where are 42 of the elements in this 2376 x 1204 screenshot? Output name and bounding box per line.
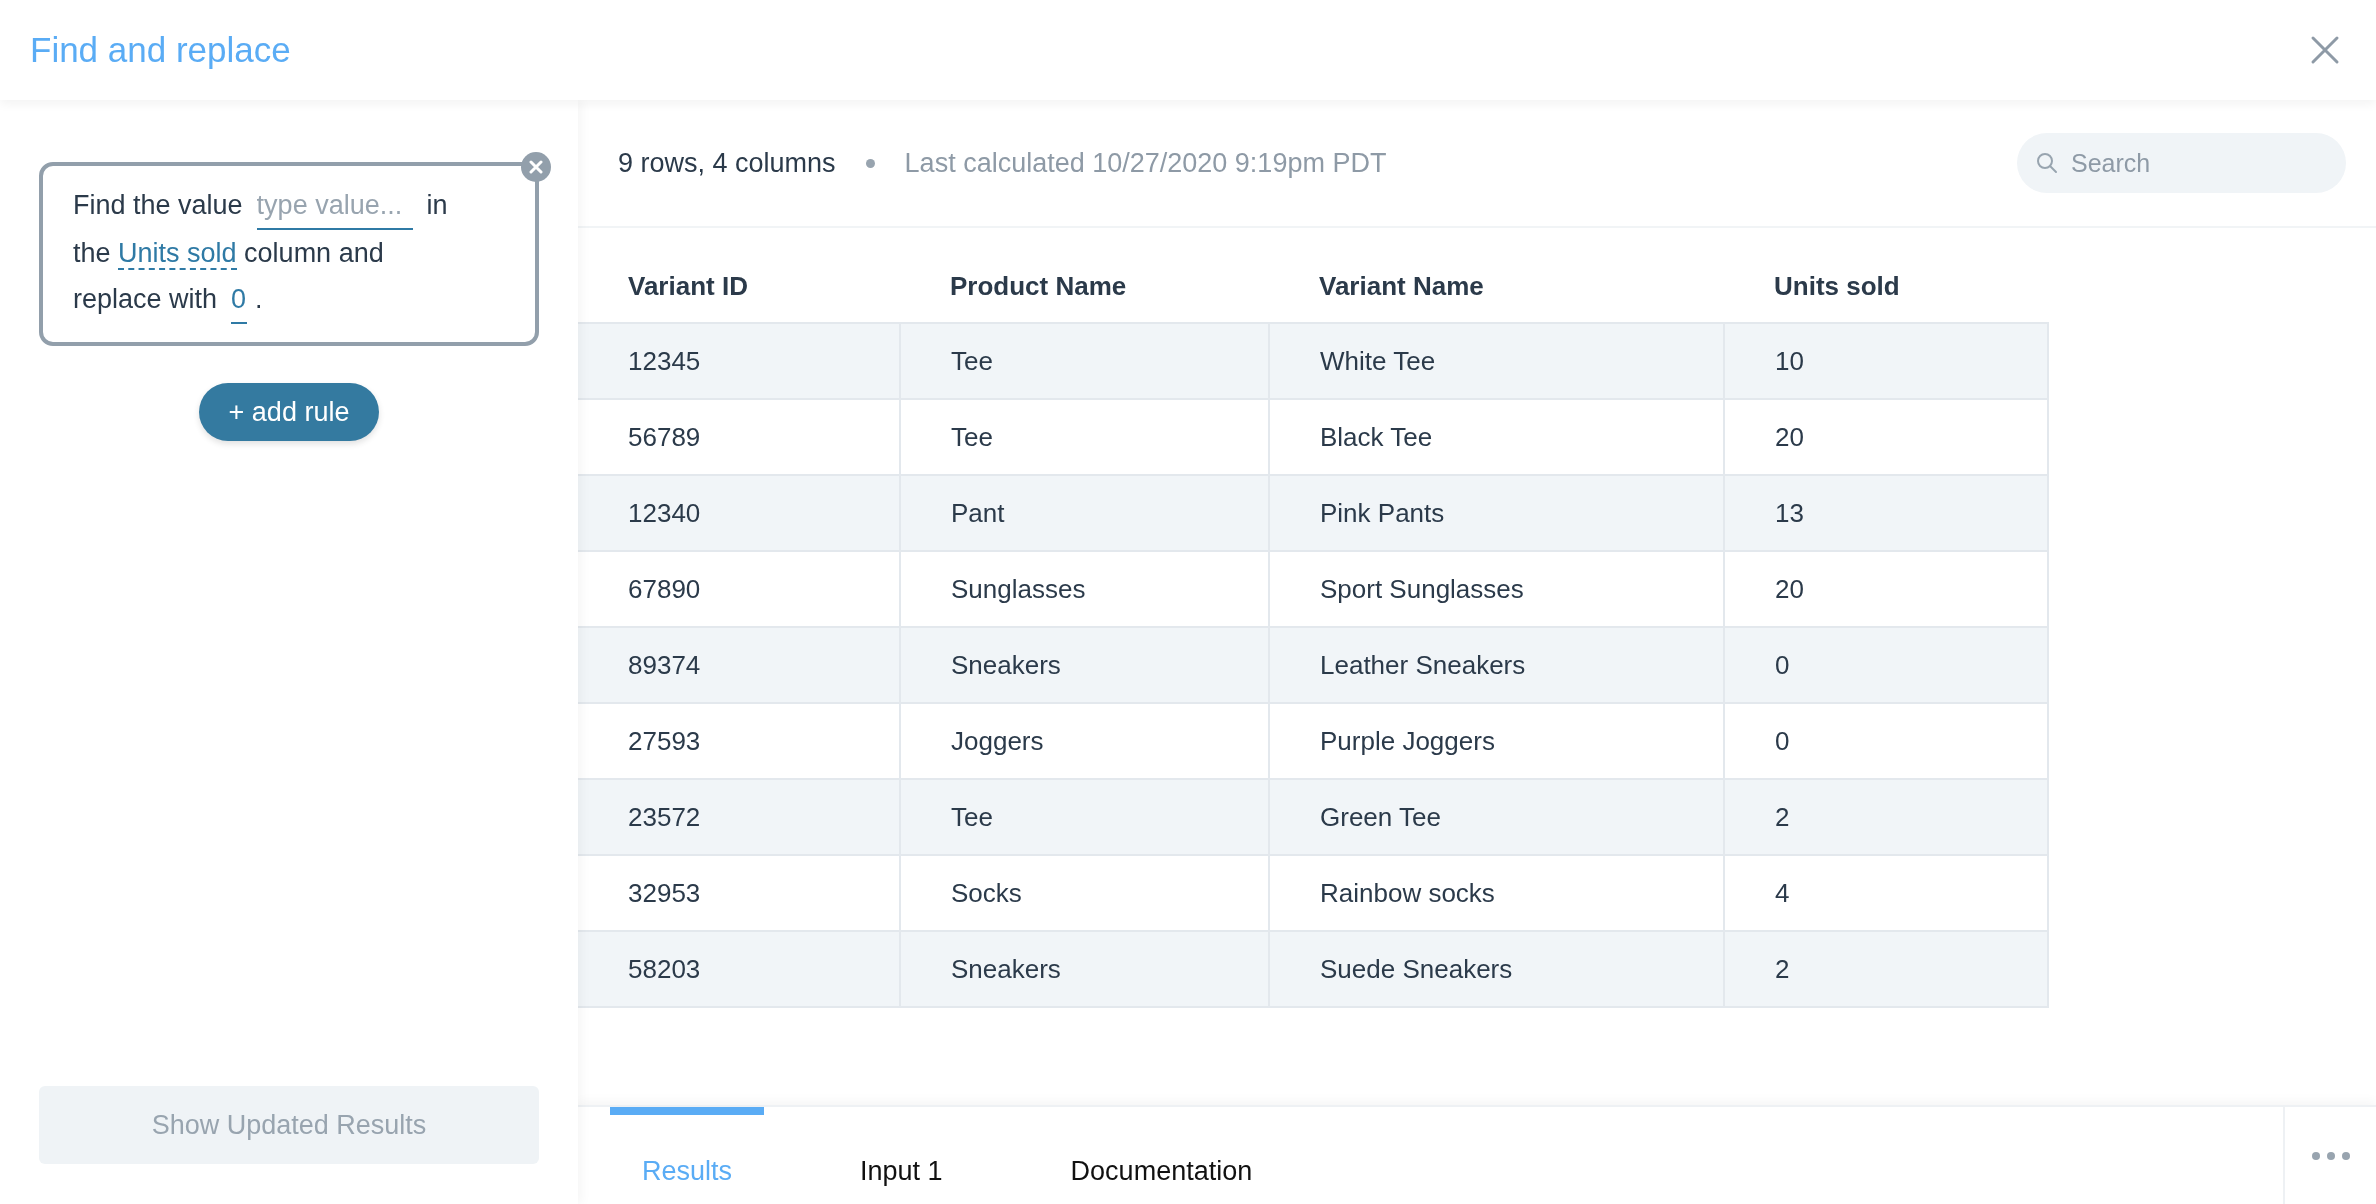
table-cell: 0 bbox=[1724, 627, 2048, 703]
table-cell: Tee bbox=[900, 779, 1269, 855]
search-icon bbox=[2035, 151, 2059, 175]
close-icon bbox=[2310, 35, 2340, 65]
rule-sentence: Find the value type value... in the Units sold column and replace with 0 . bbox=[73, 182, 455, 324]
more-icon bbox=[2310, 1150, 2351, 1161]
last-calculated-text: Last calculated 10/27/2020 9:19pm PDT bbox=[904, 147, 1387, 179]
remove-rule-button[interactable] bbox=[521, 152, 551, 182]
add-rule-button[interactable]: + add rule bbox=[198, 383, 380, 441]
close-icon bbox=[529, 160, 543, 174]
table-cell: 12345 bbox=[578, 323, 900, 399]
find-value-field[interactable]: type value... bbox=[256, 182, 413, 230]
tab[interactable]: Input 1 bbox=[828, 1107, 975, 1204]
table-cell: 12340 bbox=[578, 475, 900, 551]
window-title: Find and replace bbox=[30, 30, 291, 70]
tab[interactable]: Documentation bbox=[1038, 1107, 1285, 1204]
table-cell: 13 bbox=[1724, 475, 2048, 551]
column-link[interactable]: Units sold bbox=[118, 238, 237, 270]
column-header: Variant ID bbox=[578, 250, 900, 323]
column-header: Units sold bbox=[1724, 250, 2048, 323]
separator-dot bbox=[865, 158, 875, 168]
replace-value-field[interactable]: 0 bbox=[231, 276, 248, 324]
row-column-count: 9 rows, 4 columns bbox=[618, 147, 836, 179]
table-cell: Sneakers bbox=[900, 931, 1269, 1007]
table-cell: Leather Sneakers bbox=[1269, 627, 1724, 703]
search-field[interactable]: Search bbox=[2017, 133, 2346, 193]
table-cell: 2 bbox=[1724, 931, 2048, 1007]
table-cell: 10 bbox=[1724, 323, 2048, 399]
table-cell: Pant bbox=[900, 475, 1269, 551]
column-header: Product Name bbox=[900, 250, 1269, 323]
table-cell: 89374 bbox=[578, 627, 900, 703]
table-cell: Suede Sneakers bbox=[1269, 931, 1724, 1007]
table-cell: White Tee bbox=[1269, 323, 1724, 399]
tab[interactable]: Results bbox=[610, 1107, 765, 1204]
table-cell: Sneakers bbox=[900, 627, 1269, 703]
table-cell: Pink Pants bbox=[1269, 475, 1724, 551]
table-cell: 2 bbox=[1724, 779, 2048, 855]
column-header: Variant Name bbox=[1269, 250, 1724, 323]
table-cell: 23572 bbox=[578, 779, 900, 855]
table-cell: Tee bbox=[900, 323, 1269, 399]
table-cell: Green Tee bbox=[1269, 779, 1724, 855]
table-cell: 58203 bbox=[578, 931, 900, 1007]
